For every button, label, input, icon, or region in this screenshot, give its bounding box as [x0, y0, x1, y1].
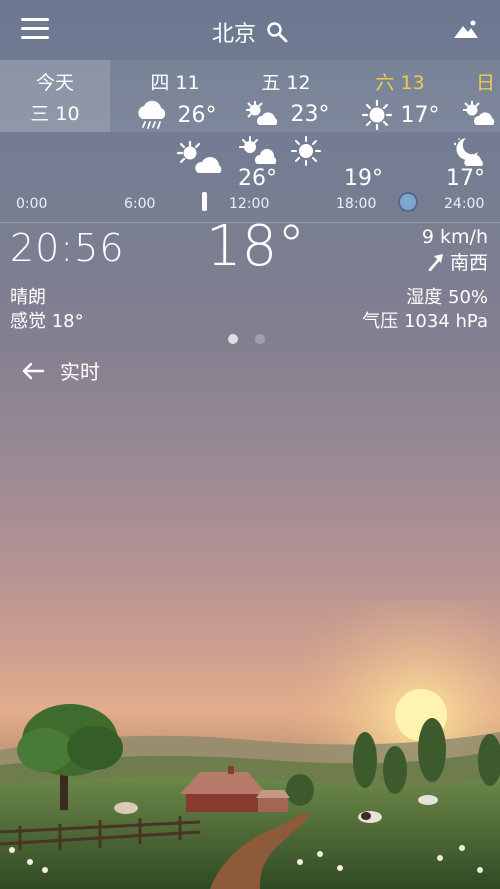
sun-icon — [291, 136, 321, 166]
sun-icon — [361, 99, 392, 131]
sun-cloud-icon — [239, 136, 277, 164]
hourly-temp: 17° — [446, 166, 485, 191]
feels-like: 感觉 18° — [10, 311, 84, 332]
sun-cloud-icon — [176, 140, 222, 173]
wind-speed: 9 km/h — [421, 226, 488, 248]
time-label: 24:00 — [444, 196, 485, 212]
city-header: 北京 — [0, 16, 500, 48]
day-temp: 23° — [290, 101, 330, 127]
top-bar: 北京 — [0, 0, 500, 60]
landscape-illustration — [0, 600, 500, 889]
wind-direction-label: 南西 — [449, 252, 488, 274]
current-time-marker — [202, 192, 207, 211]
time-label: 18:00 — [336, 196, 377, 212]
condition: 晴朗 — [10, 287, 46, 308]
wind-arrow-icon — [428, 253, 443, 271]
daily-forecast: 今天 三 10 四 11 26° 五 12 23° 六 13 17° 日 — [0, 60, 500, 132]
day-thu[interactable]: 四 11 26° — [125, 60, 225, 132]
day-name: 今天 — [35, 72, 74, 94]
current-temperature: 18° — [206, 214, 306, 279]
pressure: 气压 1034 hPa — [362, 311, 488, 332]
rain-icon — [137, 100, 165, 129]
back-button[interactable]: 实时 — [22, 356, 100, 385]
day-temp: 17° — [400, 102, 440, 128]
search-icon[interactable] — [266, 21, 288, 43]
moon-cloud-icon — [453, 138, 483, 166]
arrow-left-icon — [22, 362, 44, 379]
hourly-temp: 26° — [238, 166, 277, 191]
page-dot[interactable] — [255, 334, 266, 344]
day-name: 五 12 — [261, 72, 311, 94]
day-name: 六 13 — [375, 72, 425, 94]
time-label: 6:00 — [124, 196, 156, 212]
city-name[interactable]: 北京 — [212, 16, 256, 48]
day-date: 三 10 — [30, 103, 80, 125]
sunset-marker — [398, 192, 418, 212]
current-time: 20:56 — [10, 226, 125, 270]
page-indicator[interactable] — [228, 329, 277, 348]
humidity: 湿度 50% — [406, 287, 488, 308]
sun-cloud-icon — [463, 101, 495, 125]
day-sun[interactable]: 日 — [458, 60, 500, 132]
page-dot-active[interactable] — [228, 334, 238, 344]
time-label: 12:00 — [229, 196, 270, 212]
wind-direction: 南西 — [428, 248, 488, 275]
back-label: 实时 — [60, 360, 100, 384]
day-temp: 26° — [177, 102, 217, 128]
day-name: 日 — [476, 72, 496, 94]
time-label: 0:00 — [16, 196, 48, 212]
day-fri[interactable]: 五 12 23° — [236, 60, 336, 132]
day-name: 四 11 — [150, 72, 200, 94]
day-today[interactable]: 今天 三 10 — [0, 60, 110, 132]
sun-cloud-icon — [245, 101, 277, 125]
hourly-temp: 19° — [344, 166, 383, 191]
landscape-icon[interactable] — [452, 18, 480, 40]
hourly-timeline[interactable]: 26° 19° 17° 0:00 6:00 12:00 18:00 24:00 — [0, 132, 500, 222]
day-sat[interactable]: 六 13 17° — [350, 60, 450, 132]
